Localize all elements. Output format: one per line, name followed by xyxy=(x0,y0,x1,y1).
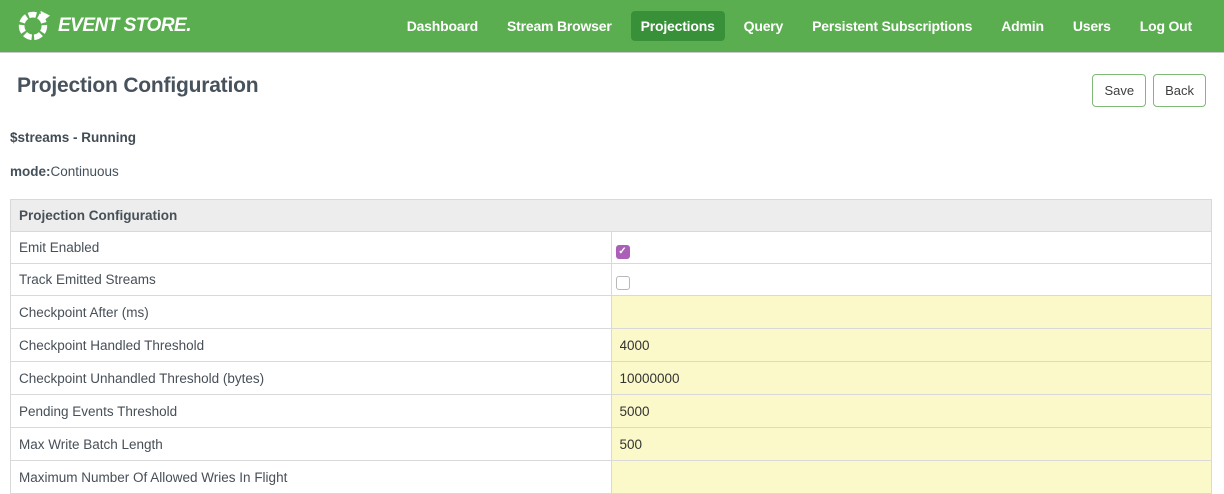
track-emitted-streams-value-cell xyxy=(611,264,1212,296)
header-buttons: Save Back xyxy=(1092,74,1206,107)
mode-value: Continuous xyxy=(51,164,119,179)
checkpoint-unhandled-threshold-bytes-input[interactable] xyxy=(612,362,1212,394)
maximum-number-of-allowed-wries-in-flight-value-cell xyxy=(611,461,1212,494)
nav-item-users[interactable]: Users xyxy=(1063,11,1121,41)
nav-item-admin[interactable]: Admin xyxy=(991,11,1054,41)
checkpoint-handled-threshold-value-cell xyxy=(611,329,1212,362)
event-store-logo[interactable]: EVENT STORE. xyxy=(16,9,191,43)
max-write-batch-length-input[interactable] xyxy=(612,428,1212,460)
maximum-number-of-allowed-wries-in-flight-input[interactable] xyxy=(612,461,1212,493)
page-title: Projection Configuration xyxy=(17,74,258,98)
nav-item-log-out[interactable]: Log Out xyxy=(1130,11,1202,41)
max-write-batch-length-value-cell xyxy=(611,428,1212,461)
max-write-batch-length-label: Max Write Batch Length xyxy=(11,428,612,461)
table-row: Maximum Number Of Allowed Wries In Fligh… xyxy=(11,461,1212,494)
table-header: Projection Configuration xyxy=(11,200,1212,232)
emit-enabled-value-cell: ✓ xyxy=(611,232,1212,264)
table-header-row: Projection Configuration xyxy=(11,200,1212,232)
table-row: Checkpoint After (ms) xyxy=(11,296,1212,329)
mode-line: mode:Continuous xyxy=(10,164,1224,179)
navbar: EVENT STORE. Dashboard Stream Browser Proj… xyxy=(0,0,1224,53)
checkpoint-after-ms-label: Checkpoint After (ms) xyxy=(11,296,612,329)
page-header: Projection Configuration Save Back xyxy=(0,53,1224,107)
table-row: Checkpoint Unhandled Threshold (bytes) xyxy=(11,362,1212,395)
table-row: Pending Events Threshold xyxy=(11,395,1212,428)
table-row: Emit Enabled ✓ xyxy=(11,232,1212,264)
pending-events-threshold-label: Pending Events Threshold xyxy=(11,395,612,428)
pending-events-threshold-value-cell xyxy=(611,395,1212,428)
projection-status: $streams - Running xyxy=(10,130,1224,145)
table-row: Track Emitted Streams xyxy=(11,264,1212,296)
track-emitted-streams-checkbox[interactable] xyxy=(616,276,630,290)
emit-enabled-checkbox[interactable]: ✓ xyxy=(616,245,630,259)
save-button[interactable]: Save xyxy=(1092,74,1146,107)
mode-label: mode: xyxy=(10,164,51,179)
nav-item-query[interactable]: Query xyxy=(734,11,793,41)
checkpoint-unhandled-threshold-bytes-value-cell xyxy=(611,362,1212,395)
checkpoint-handled-threshold-input[interactable] xyxy=(612,329,1212,361)
logo-text: EVENT STORE. xyxy=(58,15,191,37)
checkpoint-handled-threshold-label: Checkpoint Handled Threshold xyxy=(11,329,612,362)
table-row: Max Write Batch Length xyxy=(11,428,1212,461)
event-store-logo-icon xyxy=(16,9,50,43)
checkpoint-unhandled-threshold-bytes-label: Checkpoint Unhandled Threshold (bytes) xyxy=(11,362,612,395)
nav-item-stream-browser[interactable]: Stream Browser xyxy=(497,11,622,41)
back-button[interactable]: Back xyxy=(1153,74,1206,107)
checkpoint-after-ms-value-cell xyxy=(611,296,1212,329)
checkpoint-after-ms-input[interactable] xyxy=(612,296,1212,328)
projection-configuration-table: Projection Configuration Emit Enabled ✓ Tr… xyxy=(10,199,1212,494)
nav-item-projections[interactable]: Projections xyxy=(631,11,725,41)
nav-items: Dashboard Stream Browser Projections Query P… xyxy=(397,11,1202,41)
nav-item-persistent-subscriptions[interactable]: Persistent Subscriptions xyxy=(802,11,982,41)
table-row: Checkpoint Handled Threshold xyxy=(11,329,1212,362)
emit-enabled-label: Emit Enabled xyxy=(11,232,612,264)
nav-item-dashboard[interactable]: Dashboard xyxy=(397,11,488,41)
pending-events-threshold-input[interactable] xyxy=(612,395,1212,427)
maximum-number-of-allowed-wries-in-flight-label: Maximum Number Of Allowed Wries In Fligh… xyxy=(11,461,612,494)
track-emitted-streams-label: Track Emitted Streams xyxy=(11,264,612,296)
